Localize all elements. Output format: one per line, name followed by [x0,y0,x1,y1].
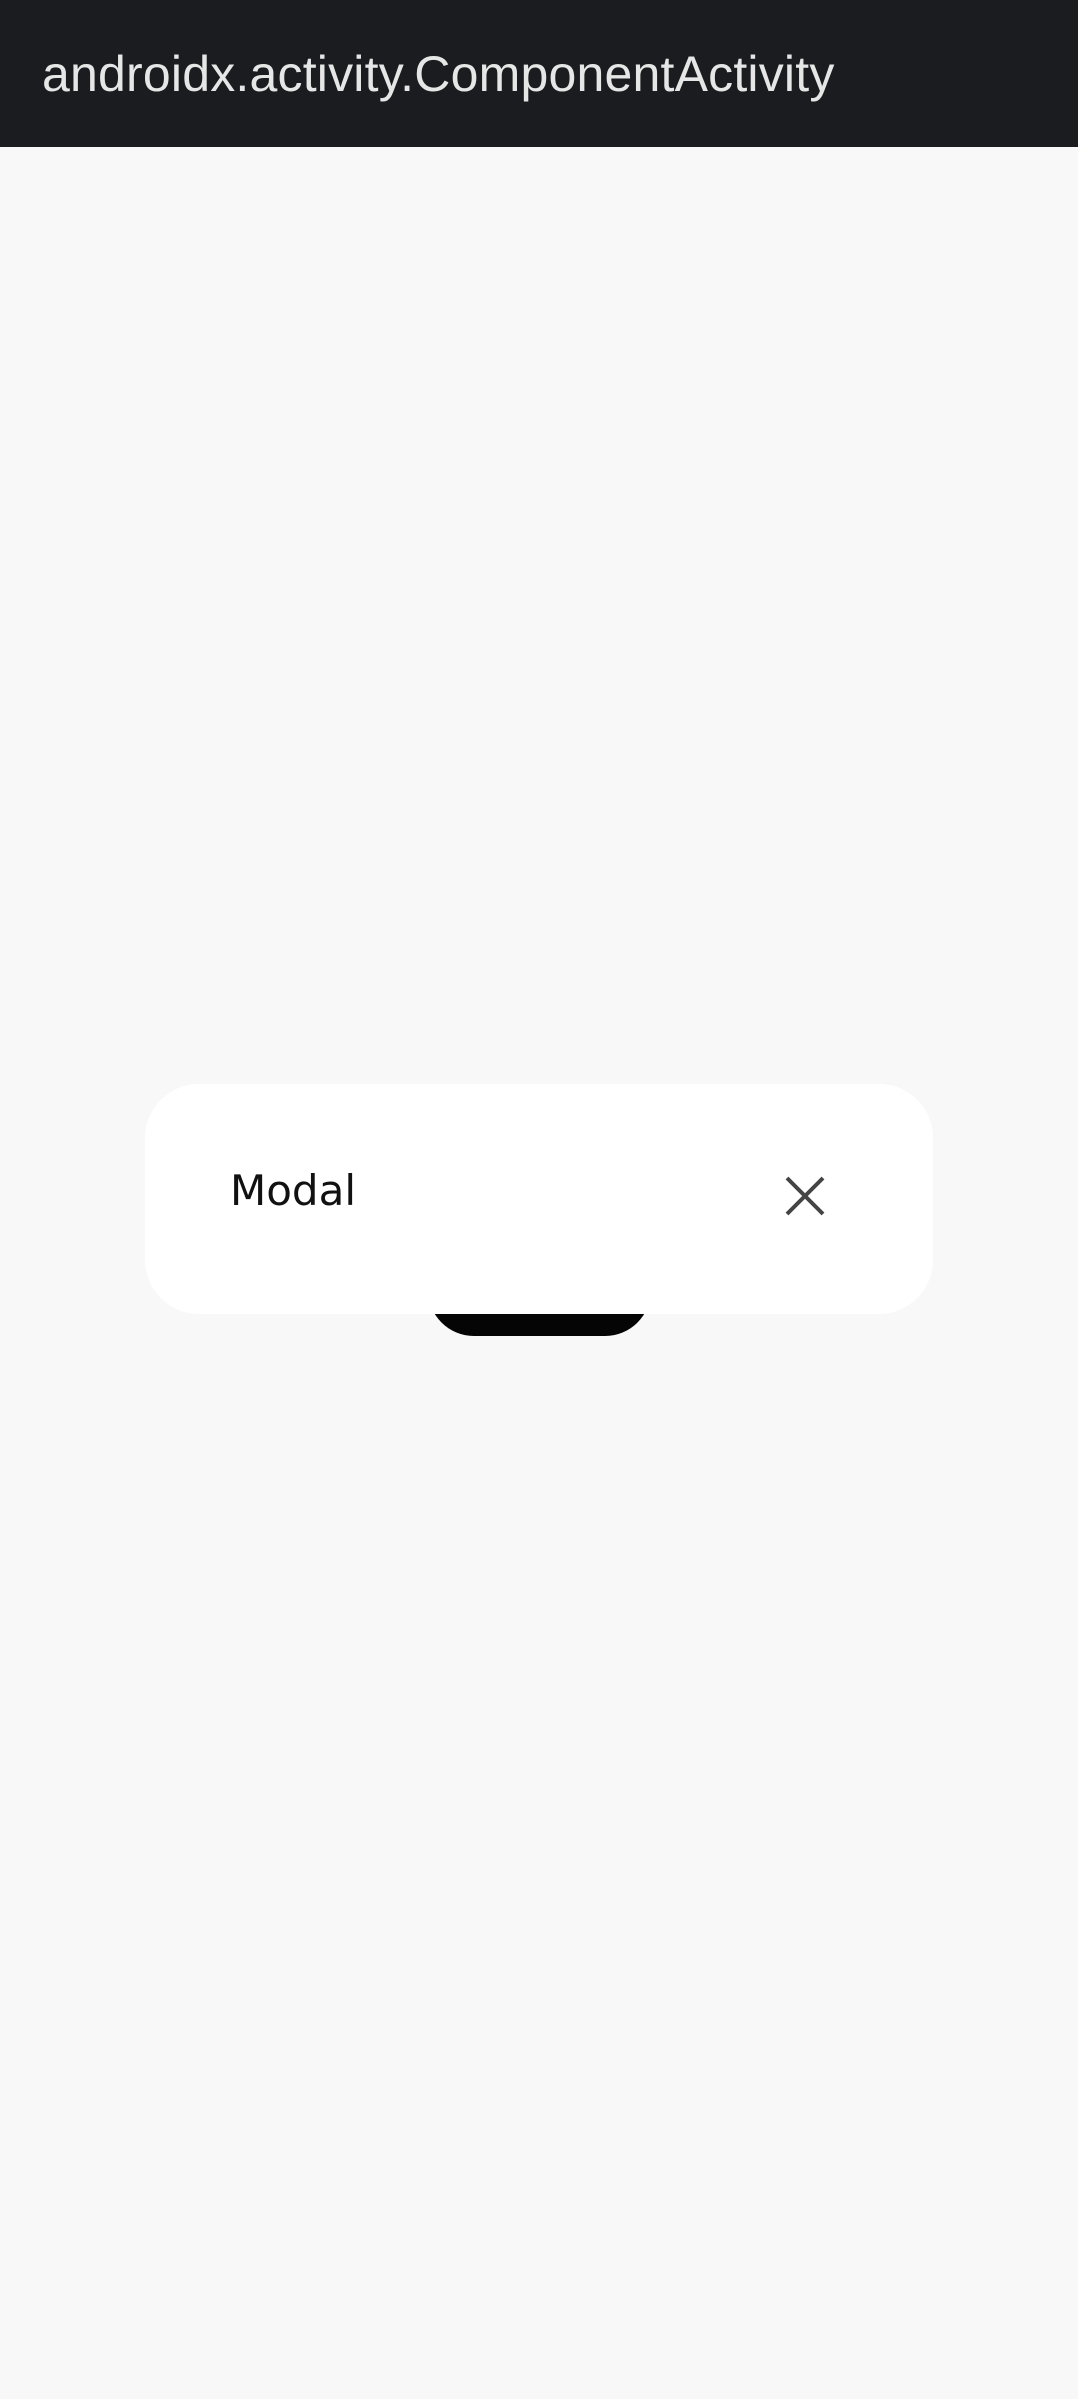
app-bar: androidx.activity.ComponentActivity [0,0,1078,147]
modal-dialog: Modal [145,1084,933,1314]
modal-title: Modal [230,1166,356,1215]
close-icon [785,1176,825,1216]
close-button[interactable] [781,1172,829,1220]
app-bar-title: androidx.activity.ComponentActivity [42,45,835,102]
